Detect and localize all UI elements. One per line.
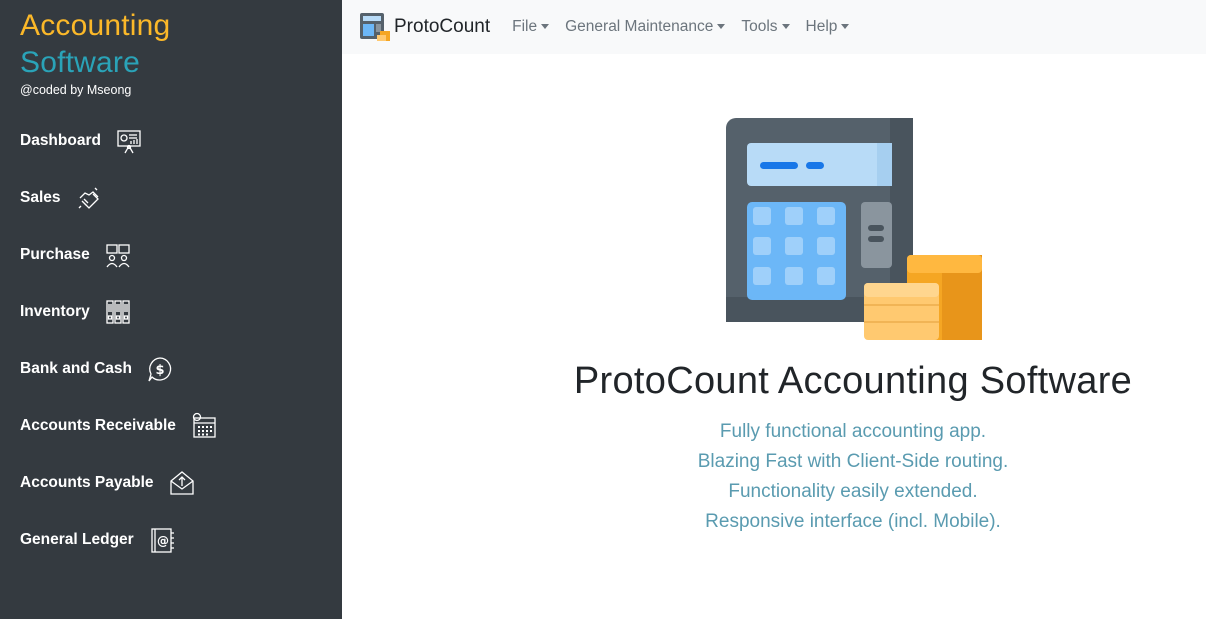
dollar-bubble-icon: $	[146, 355, 174, 383]
sidebar-item-bank-and-cash[interactable]: Bank and Cash $	[0, 340, 342, 397]
sidebar-item-dashboard[interactable]: Dashboard	[0, 112, 342, 169]
page-title: ProtoCount Accounting Software	[573, 360, 1133, 402]
menu-file[interactable]: File	[512, 18, 550, 36]
app-name[interactable]: ProtoCount	[394, 16, 490, 38]
menu-general-maintenance[interactable]: General Maintenance	[565, 18, 726, 36]
sidebar-item-general-ledger[interactable]: General Ledger @	[0, 511, 342, 568]
caret-down-icon	[781, 23, 790, 29]
sidebar-item-label: Inventory	[20, 302, 90, 320]
feature-line: Fully functional accounting app.	[719, 421, 987, 442]
sidebar-item-label: Sales	[20, 188, 61, 206]
menu-label: File	[512, 18, 538, 35]
brand-title-line1: Accounting	[20, 9, 171, 42]
caret-down-icon	[841, 23, 850, 29]
sidebar-item-accounts-receivable[interactable]: Accounts Receivable	[0, 397, 342, 454]
menu-label: Help	[805, 18, 838, 35]
inventory-icon	[104, 298, 132, 326]
svg-text:@: @	[157, 534, 169, 548]
caret-down-icon	[541, 23, 550, 29]
purchase-icon	[104, 241, 132, 269]
svg-text:$: $	[155, 363, 164, 378]
calculator-logo-icon[interactable]	[358, 11, 392, 43]
calculator-coins-illustration	[726, 118, 982, 340]
dashboard-icon	[115, 127, 143, 155]
sidebar-item-label: Dashboard	[20, 131, 101, 149]
menu-help[interactable]: Help	[806, 18, 850, 36]
top-navbar: ProtoCount File General Maintenance Tool…	[342, 0, 1206, 54]
menu-label: General Maintenance	[565, 18, 714, 35]
sidebar-item-purchase[interactable]: Purchase	[0, 226, 342, 283]
feature-list: Fully functional accounting app. Blazing…	[342, 417, 1206, 537]
ledger-book-icon: @	[148, 526, 176, 554]
menu-label: Tools	[741, 18, 778, 35]
sidebar-item-label: Accounts Receivable	[20, 416, 176, 434]
upload-envelope-icon	[168, 469, 196, 497]
sidebar-item-label: General Ledger	[20, 530, 134, 548]
sidebar-item-label: Bank and Cash	[20, 359, 132, 377]
sidebar: Accounting Software @coded by Mseong Das…	[0, 0, 342, 619]
feature-line: Responsive interface (incl. Mobile).	[705, 511, 1001, 532]
sidebar-item-sales[interactable]: Sales	[0, 169, 342, 226]
main-menu: File General Maintenance Tools Help	[512, 18, 865, 36]
calendar-icon	[190, 412, 218, 440]
sidebar-item-accounts-payable[interactable]: Accounts Payable	[0, 454, 342, 511]
sidebar-item-label: Accounts Payable	[20, 473, 154, 491]
sidebar-nav: Dashboard Sales Purchase Inventory Bank …	[0, 112, 342, 568]
handshake-icon	[75, 184, 103, 212]
menu-tools[interactable]: Tools	[741, 18, 790, 36]
sidebar-item-inventory[interactable]: Inventory	[0, 283, 342, 340]
feature-line: Functionality easily extended.	[728, 481, 978, 502]
brand: Accounting Software @coded by Mseong	[20, 8, 170, 97]
brand-credit: @coded by Mseong	[20, 83, 132, 97]
feature-line: Blazing Fast with Client-Side routing.	[697, 451, 1009, 472]
caret-down-icon	[717, 23, 726, 29]
sidebar-item-label: Purchase	[20, 245, 90, 263]
brand-title-line2: Software	[20, 46, 140, 79]
